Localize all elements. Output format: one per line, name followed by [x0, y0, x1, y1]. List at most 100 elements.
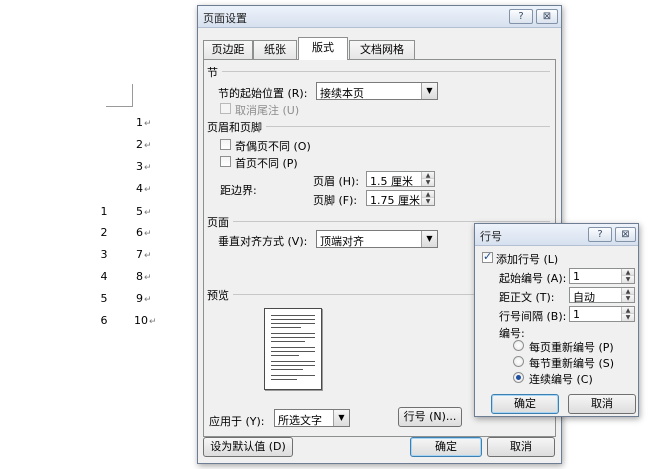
suppress-endnotes-label: 取消尾注 (U)	[235, 104, 300, 117]
paragraph-mark: ↵	[144, 163, 152, 173]
spin-down-icon[interactable]: ▼	[622, 314, 634, 321]
apply-to-label: 应用于 (Y):	[209, 415, 265, 428]
spin-up-icon[interactable]: ▲	[422, 191, 434, 198]
dialog-titlebar[interactable]: 页面设置 ? ⊠	[198, 6, 561, 28]
spin-up-icon[interactable]: ▲	[622, 288, 634, 295]
numbering-label: 编号:	[499, 327, 525, 340]
cancel-button[interactable]: 取消	[568, 394, 636, 414]
chevron-down-icon: ▼	[421, 83, 437, 99]
section-heading: 节	[207, 64, 222, 80]
line-number: 4	[100, 270, 108, 283]
tab-document-grid[interactable]: 文档网格	[349, 40, 415, 59]
section-heading: 页眉和页脚	[207, 119, 266, 135]
help-button[interactable]: ?	[509, 9, 533, 24]
first-page-label: 首页不同 (P)	[235, 157, 298, 170]
line-number: 1	[100, 205, 108, 218]
line-number: 5	[100, 292, 108, 305]
spin-down-icon[interactable]: ▼	[622, 276, 634, 283]
paragraph: 4↵	[136, 182, 152, 195]
count-by-label: 行号间隔 (B):	[499, 310, 567, 323]
line-number: 3	[100, 248, 108, 261]
set-default-button[interactable]: 设为默认值 (D)	[203, 437, 293, 457]
restart-each-page-label: 每页重新编号 (P)	[529, 341, 614, 354]
help-icon: ?	[518, 11, 524, 22]
cancel-button[interactable]: 取消	[487, 437, 555, 457]
paragraph: 1↵	[136, 116, 152, 129]
paragraph: 2↵	[136, 138, 152, 151]
close-button[interactable]: ⊠	[615, 227, 636, 242]
paragraph-mark: ↵	[144, 295, 152, 305]
line-number: 6	[100, 314, 108, 327]
close-button[interactable]: ⊠	[536, 9, 558, 24]
help-icon: ?	[597, 229, 603, 240]
tab-margins[interactable]: 页边距	[203, 40, 253, 59]
paragraph-mark: ↵	[144, 229, 152, 239]
spin-down-icon[interactable]: ▼	[622, 295, 634, 302]
paragraph-mark: ↵	[149, 317, 157, 327]
restart-each-section-radio[interactable]	[513, 356, 524, 367]
chevron-down-icon: ▼	[333, 410, 349, 426]
ok-button[interactable]: 确定	[491, 394, 559, 414]
footer-distance-label: 页脚 (F):	[313, 194, 358, 207]
paragraph-mark: ↵	[144, 185, 152, 195]
section-start-select[interactable]: 接续本页 ▼	[316, 82, 438, 100]
paragraph: 8↵	[136, 270, 152, 283]
dialog-titlebar[interactable]: 行号 ? ⊠	[475, 224, 638, 246]
section-heading: 页面	[207, 214, 233, 230]
chevron-down-icon: ▼	[421, 231, 437, 247]
divider	[216, 126, 550, 127]
count-by-spinner[interactable]: 1 ▲ ▼	[569, 306, 635, 322]
apply-to-select[interactable]: 所选文字 ▼	[274, 409, 350, 427]
spin-down-icon[interactable]: ▼	[422, 179, 434, 186]
from-text-spinner[interactable]: 自动 ▲ ▼	[569, 287, 635, 304]
section-heading: 预览	[207, 287, 233, 303]
dialog-title: 行号	[480, 230, 502, 243]
odd-even-checkbox[interactable]	[220, 139, 231, 150]
distance-label: 距边界:	[220, 184, 257, 197]
odd-even-label: 奇偶页不同 (O)	[235, 140, 311, 153]
dialog-title: 页面设置	[203, 12, 247, 25]
continuous-radio[interactable]	[513, 372, 524, 383]
paragraph-mark: ↵	[144, 119, 152, 129]
page-corner-mark	[106, 106, 133, 107]
page-corner-mark	[132, 84, 133, 106]
start-at-spinner[interactable]: 1 ▲ ▼	[569, 268, 635, 284]
divider	[216, 221, 550, 222]
footer-distance-spinner[interactable]: 1.75 厘米 ▲ ▼	[366, 190, 435, 207]
paragraph-mark: ↵	[144, 208, 152, 218]
paragraph: 7↵	[136, 248, 152, 261]
paragraph: 6↵	[136, 226, 152, 239]
paragraph: 10↵	[134, 314, 157, 327]
spin-up-icon[interactable]: ▲	[622, 269, 634, 276]
divider	[216, 71, 550, 72]
paragraph-mark: ↵	[144, 251, 152, 261]
restart-each-page-radio[interactable]	[513, 340, 524, 351]
add-line-numbers-checkbox[interactable]	[482, 250, 493, 263]
restart-each-section-label: 每节重新编号 (S)	[529, 357, 615, 370]
document-area[interactable]: 1 2 3 4 5 6 1↵ 2↵ 3↵ 4↵ 5↵ 6↵ 7↵ 8↵ 9↵ 1…	[0, 0, 195, 469]
line-numbers-dialog: 行号 ? ⊠ 添加行号 (L) 起始编号 (A): 1 ▲ ▼ 距正文 (T):…	[474, 223, 639, 417]
continuous-label: 连续编号 (C)	[529, 373, 593, 386]
vertical-alignment-label: 垂直对齐方式 (V):	[218, 235, 308, 248]
line-numbers-button[interactable]: 行号 (N)...	[398, 407, 462, 427]
from-text-label: 距正文 (T):	[499, 291, 555, 304]
start-at-label: 起始编号 (A):	[499, 272, 567, 285]
header-distance-spinner[interactable]: 1.5 厘米 ▲ ▼	[366, 171, 435, 188]
spin-down-icon[interactable]: ▼	[422, 198, 434, 205]
section-start-label: 节的起始位置 (R):	[218, 87, 308, 100]
ok-button[interactable]: 确定	[410, 437, 482, 457]
header-distance-label: 页眉 (H):	[313, 175, 360, 188]
tab-layout[interactable]: 版式	[298, 37, 348, 60]
add-line-numbers-label: 添加行号 (L)	[496, 253, 559, 266]
vertical-alignment-select[interactable]: 顶端对齐 ▼	[316, 230, 438, 248]
help-button[interactable]: ?	[588, 227, 612, 242]
spin-up-icon[interactable]: ▲	[622, 307, 634, 314]
tab-paper[interactable]: 纸张	[253, 40, 297, 59]
first-page-checkbox[interactable]	[220, 156, 231, 167]
spin-up-icon[interactable]: ▲	[422, 172, 434, 179]
paragraph: 3↵	[136, 160, 152, 173]
preview-page	[264, 308, 322, 390]
paragraph: 5↵	[136, 205, 152, 218]
suppress-endnotes-checkbox[interactable]	[220, 103, 231, 114]
line-number: 2	[100, 226, 108, 239]
